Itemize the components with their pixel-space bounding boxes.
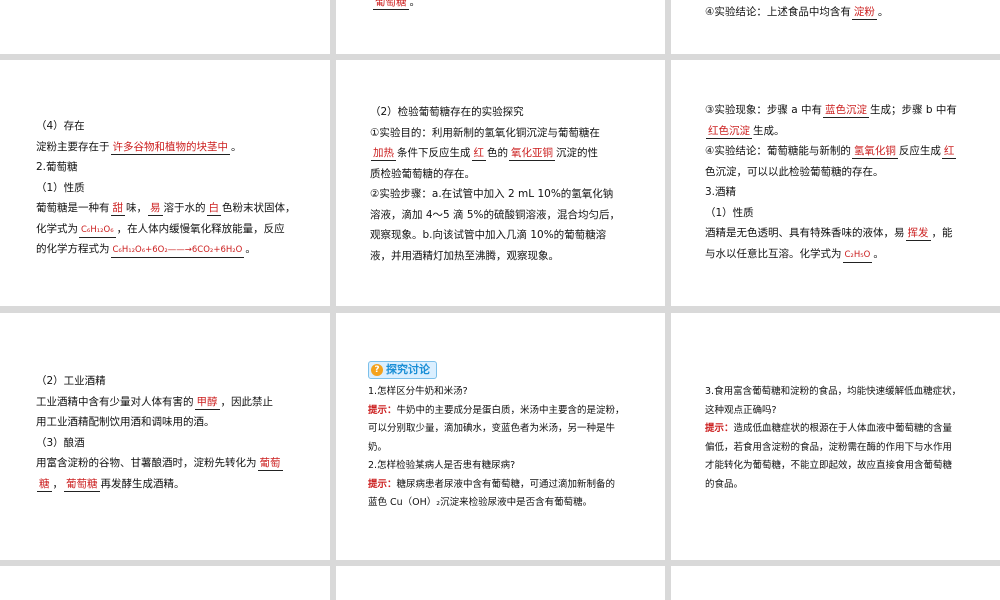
- discussion-badge: ? 探究讨论: [368, 361, 437, 379]
- answer-blank: 葡萄糖: [373, 0, 409, 10]
- formula-blank: C₆H₁₂O₆: [79, 224, 116, 238]
- slide-bottom-left: [0, 566, 330, 600]
- section-heading: 3.酒精: [705, 186, 737, 198]
- equation-blank: C₆H₁₂O₆+6O₂——→6CO₂+6H₂O: [110, 244, 245, 258]
- slide-discussion-q3: 3.食用富含葡萄糖和淀粉的食品，均能快速缓解低血糖症状， 这种观点正确吗? 提示…: [671, 313, 1000, 560]
- answer-blank: 许多谷物和植物的块茎中: [110, 140, 230, 155]
- slide-top-middle: 葡萄糖。: [336, 0, 665, 54]
- slide-bottom-right: [671, 566, 1000, 600]
- slide-starch-glucose: （4）存在 淀粉主要存在于 许多谷物和植物的块茎中。 2.葡萄糖 （1）性质 葡萄…: [0, 60, 330, 306]
- answer-blank: 淀粉: [851, 6, 877, 20]
- slide-bottom-middle: [336, 566, 665, 600]
- question-icon: ?: [371, 364, 383, 376]
- slide-discussion: ? 探究讨论 1.怎样区分牛奶和米汤? 提示：牛奶中的主要成分是蛋白质，米汤中主要…: [336, 313, 665, 560]
- slide-top-left: [0, 0, 330, 54]
- section-heading: 2.葡萄糖: [36, 161, 78, 173]
- slide-industrial-alcohol: （2）工业酒精 工业酒精中含有少量对人体有害的 甲醇 ，因此禁止 用工业酒精配制饮用…: [0, 313, 330, 560]
- slide-results-alcohol: ③实验现象：步骤 a 中有 蓝色沉淀 生成；步骤 b 中有 红色沉淀 生成。 ④实验结…: [671, 60, 1000, 306]
- slide-glucose-experiment: （2）检验葡萄糖存在的实验探究 ①实验目的：利用新制的氢氧化铜沉淀与葡萄糖在 加…: [336, 60, 665, 306]
- slide-top-right: ④实验结论：上述食品中均含有 淀粉。: [671, 0, 1000, 54]
